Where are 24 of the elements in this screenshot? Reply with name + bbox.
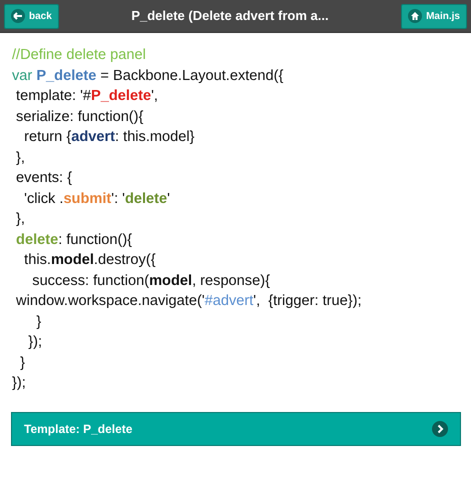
code-line: this.model.destroy({ [23,251,156,270]
code-line: success: function(model, response){ [31,272,270,290]
code-line: window.workspace.navigate('#advert', {trigger: true}); [15,292,362,311]
code-line: serialize: function(){ [15,108,144,126]
code-line: template: '#P_delete', [15,87,158,106]
code-line: }); [27,333,42,352]
home-icon [408,9,422,23]
code-line: 'click .submit': 'delete' [23,190,170,208]
code-line: }, [15,148,25,168]
code-line: //Define delete panel [12,46,146,65]
code-line: delete: function(){ [15,230,132,250]
code-line: return {advert: this.model} [23,128,195,147]
code-line: }, [15,210,25,229]
back-button[interactable]: back [4,4,59,28]
code-line: }); [12,374,26,393]
chevron-right-icon [432,420,448,436]
code-line: var P_delete = Backbone.Layout.extend({ [12,66,284,86]
code-line: } [35,312,42,332]
page-title: P_delete (Delete advert from a... [131,7,329,26]
code-line: events: { [15,169,72,188]
arrow-left-icon [11,9,25,23]
template-link[interactable]: Template: P_delete [11,412,461,446]
code-line: } [19,354,25,372]
home-button[interactable]: Main.js [401,4,467,28]
